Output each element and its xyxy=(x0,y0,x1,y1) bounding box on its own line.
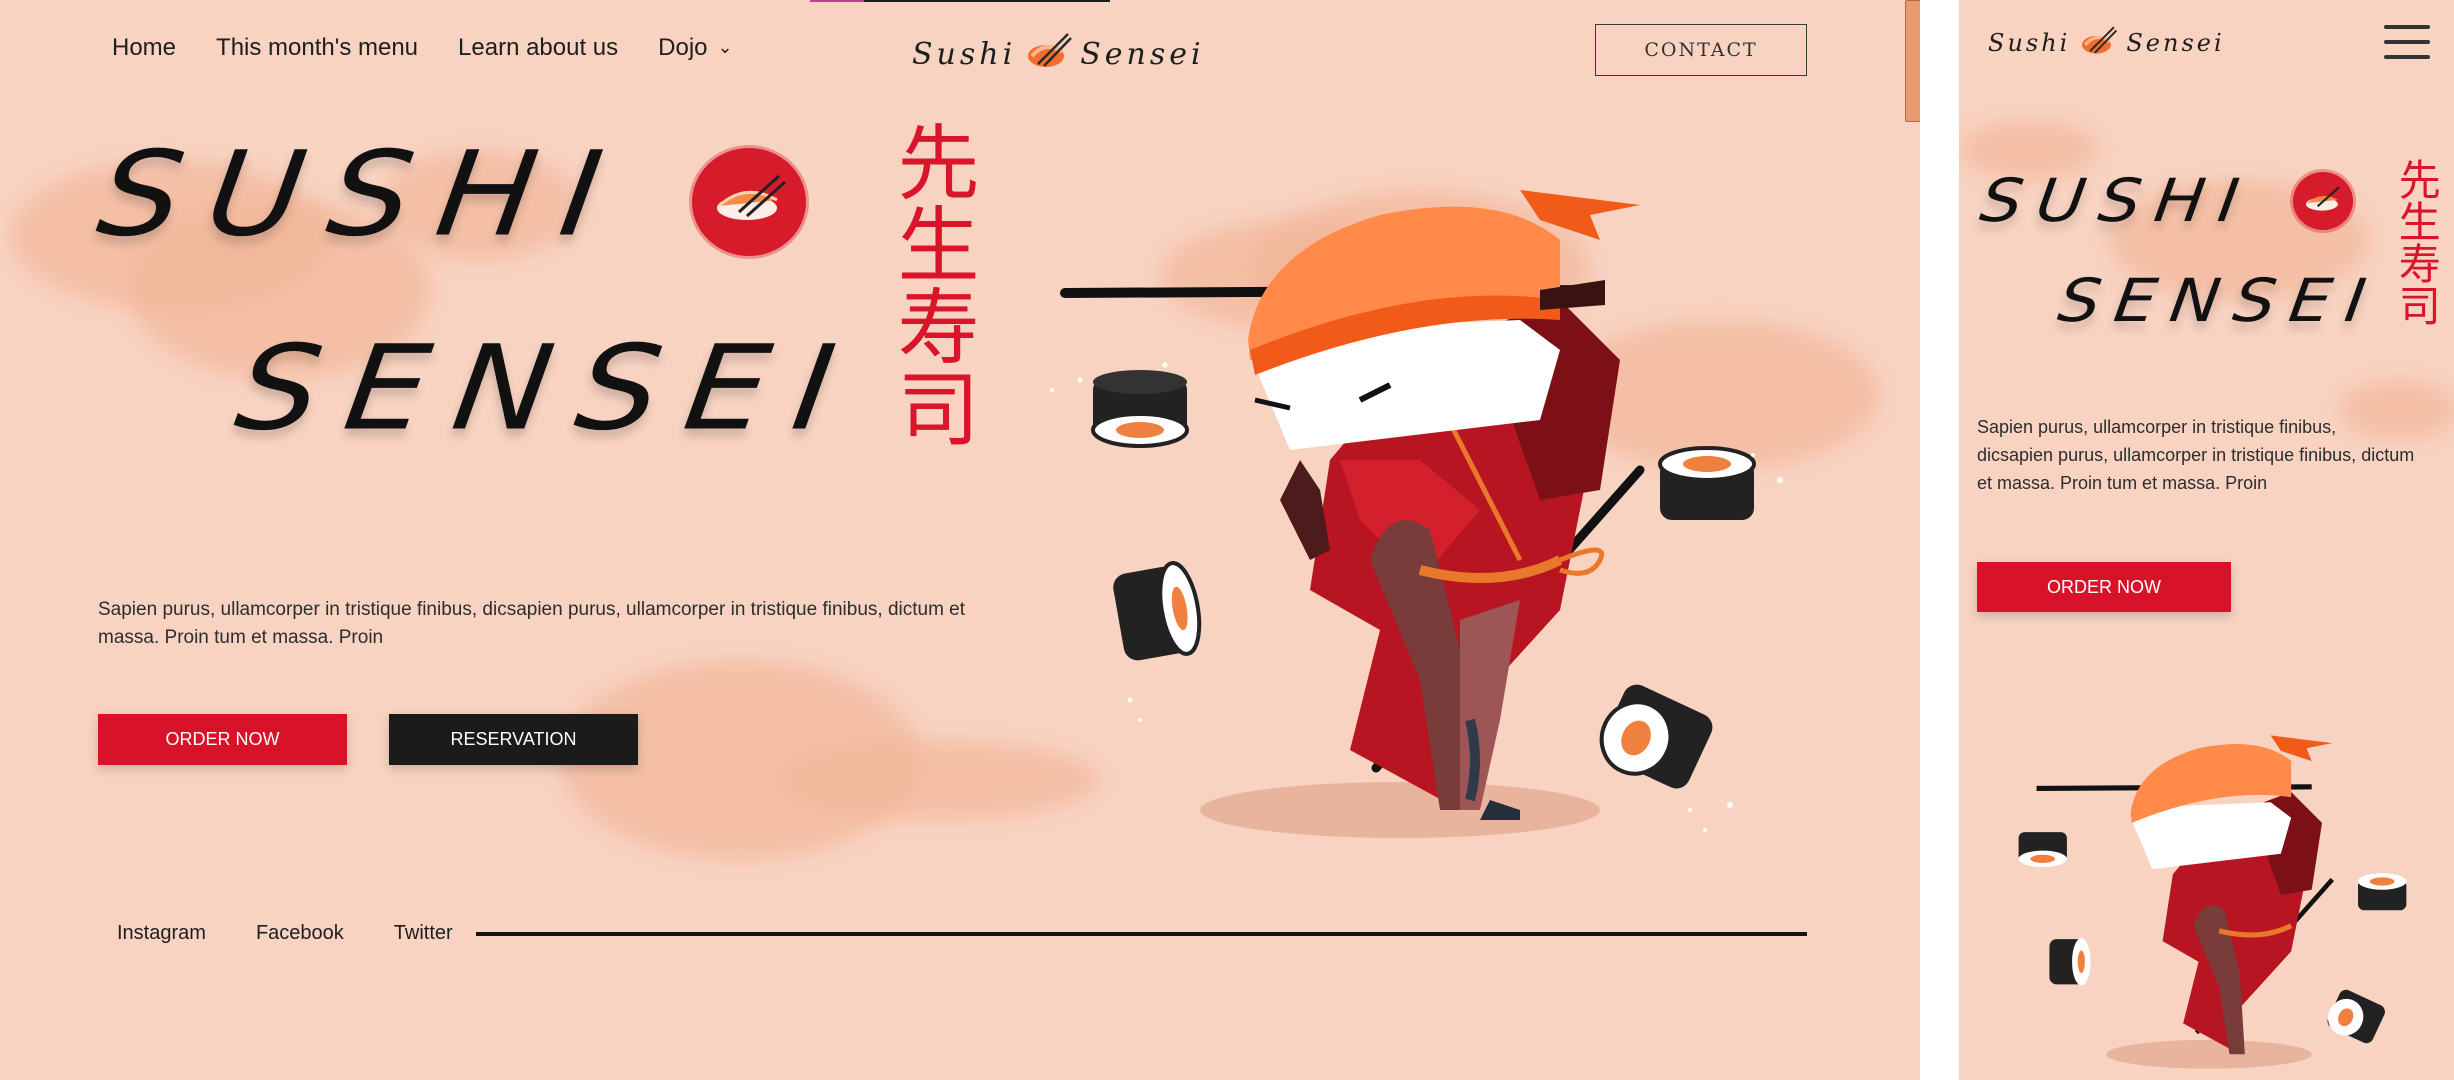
sushi-ninja-illustration xyxy=(1050,190,1783,838)
nav-item-dojo-label: Dojo xyxy=(658,34,708,61)
panel-divider xyxy=(1920,0,1959,1080)
mobile-hero-title-line1: SUSHI xyxy=(1976,165,2258,236)
mobile-hero-description: Sapien purus, ullamcorper in tristique f… xyxy=(1977,417,2415,493)
contact-button[interactable]: CONTACT xyxy=(1595,24,1807,76)
hero-kanji: 先生寿司 xyxy=(883,120,979,448)
top-accent-line xyxy=(810,0,1110,2)
mobile-order-now-button[interactable]: ORDER NOW xyxy=(1977,562,2231,612)
sushi-ninja-illustration xyxy=(2018,735,2407,1069)
site-logo[interactable]: Sushi Sensei xyxy=(912,30,1205,78)
logo-word-sensei: Sensei xyxy=(1080,36,1205,72)
hero-title-line2: SENSEI xyxy=(228,319,869,457)
social-twitter-link[interactable]: Twitter xyxy=(394,922,453,945)
social-instagram-link[interactable]: Instagram xyxy=(117,922,206,945)
mobile-site-logo[interactable]: Sushi Sensei xyxy=(1988,24,2225,62)
mobile-hero-title-line2: SENSEI xyxy=(2054,265,2384,336)
sushi-logo-icon xyxy=(1024,30,1073,78)
logo-word-sushi: Sushi xyxy=(1988,29,2071,57)
hero-description: Sapien purus, ullamcorper in tristique f… xyxy=(98,599,966,648)
logo-word-sushi: Sushi xyxy=(912,36,1017,72)
order-now-button[interactable]: ORDER NOW xyxy=(98,714,347,765)
social-facebook-link[interactable]: Facebook xyxy=(256,922,344,945)
mobile-hero-kanji: 先生寿司 xyxy=(2392,158,2442,326)
hamburger-menu-icon[interactable] xyxy=(2384,25,2430,61)
sushi-sun-icon xyxy=(2293,172,2353,230)
nav-item-menu[interactable]: This month's menu xyxy=(216,34,418,62)
nav-item-about[interactable]: Learn about us xyxy=(458,34,618,62)
sushi-logo-icon xyxy=(2078,24,2118,62)
social-links: Instagram Facebook Twitter xyxy=(117,922,453,945)
logo-word-sensei: Sensei xyxy=(2126,29,2225,57)
mobile-view: Sushi Sensei SUSHI SENSEI 先生寿司 Sapien pu… xyxy=(1959,0,2454,1080)
main-nav: Home This month's menu Learn about us Do… xyxy=(112,34,733,62)
desktop-view: Home This month's menu Learn about us Do… xyxy=(0,0,1920,1080)
chevron-down-icon: ⌄ xyxy=(717,37,733,57)
sushi-sun-icon xyxy=(692,148,806,256)
nav-item-dojo[interactable]: Dojo ⌄ xyxy=(658,34,732,62)
nav-item-home[interactable]: Home xyxy=(112,34,176,62)
scrollbar-thumb[interactable] xyxy=(1905,0,1920,122)
footer-divider-line xyxy=(476,932,1807,936)
reservation-button[interactable]: RESERVATION xyxy=(389,714,638,765)
hero-title-line1: SUSHI xyxy=(90,125,636,263)
